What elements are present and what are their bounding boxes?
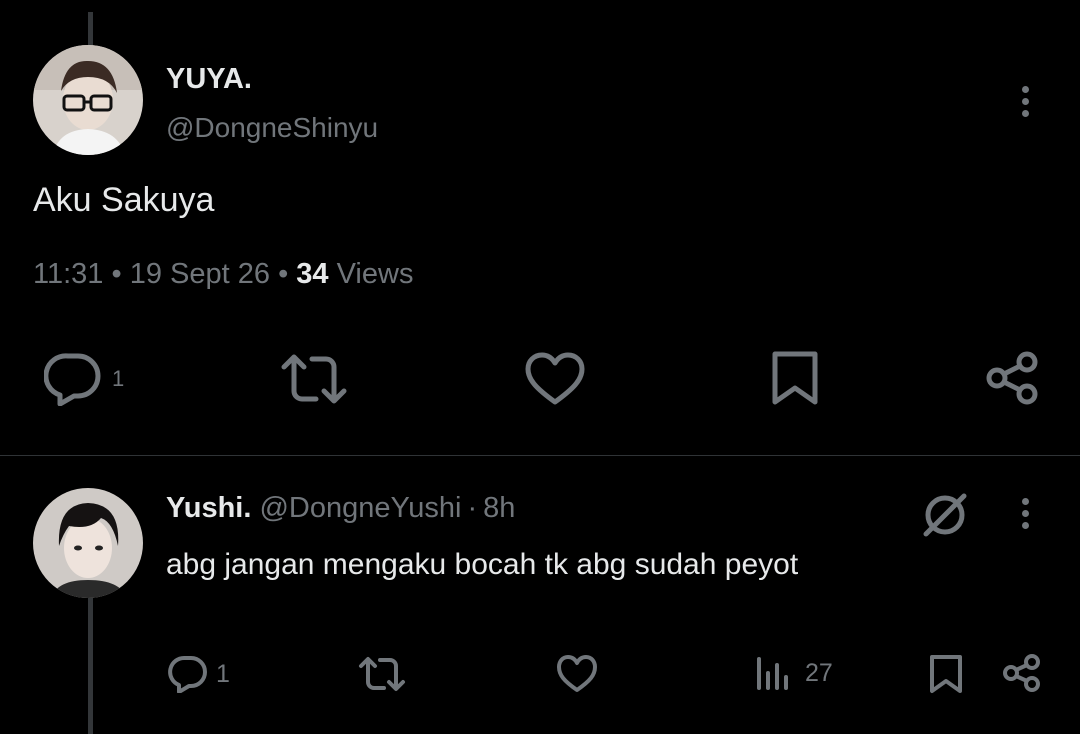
- tweet-meta: 11:31 • 19 Sept 26 • 34 Views: [33, 258, 413, 291]
- reply-text: abg jangan mengaku bocah tk abg sudah pe…: [166, 548, 799, 581]
- avatar-yushi[interactable]: [33, 488, 143, 598]
- tweet-date[interactable]: 19 Sept 26: [130, 258, 270, 290]
- grok-icon: [923, 493, 967, 537]
- meta-dot: •: [278, 258, 289, 290]
- views-label: Views: [336, 258, 414, 290]
- reply-header: Yushi. @DongneYushi · 8h: [166, 492, 515, 525]
- divider: [0, 455, 1080, 456]
- reply-dot: ·: [467, 492, 478, 524]
- reply-views-button[interactable]: 27: [755, 655, 833, 691]
- like-icon: [557, 655, 597, 692]
- grok-button[interactable]: [918, 490, 972, 538]
- meta-dot: •: [111, 258, 122, 290]
- reply-time[interactable]: 8h: [483, 492, 515, 524]
- tweet-text: Aku Sakuya: [33, 181, 215, 219]
- reply-button[interactable]: 1: [44, 352, 124, 406]
- reply-bookmark-button[interactable]: [929, 654, 963, 694]
- author-handle[interactable]: @DongneShinyu: [166, 112, 378, 144]
- avatar-yuya[interactable]: [33, 45, 143, 155]
- share-icon: [1003, 654, 1040, 692]
- reply-views-count: 27: [805, 658, 833, 687]
- reply-author-handle[interactable]: @DongneYushi: [259, 492, 461, 524]
- reply-retweet-button[interactable]: [358, 656, 406, 692]
- reply-icon: [168, 655, 207, 693]
- reply-count: 1: [112, 366, 125, 391]
- like-button[interactable]: [525, 352, 585, 406]
- reply-icon: [44, 353, 101, 406]
- tweet-time: 11:31: [33, 258, 104, 290]
- share-button[interactable]: [985, 350, 1041, 406]
- like-icon: [525, 352, 585, 405]
- reply-reply-button[interactable]: 1: [168, 655, 230, 693]
- views-count: 34: [296, 258, 329, 290]
- reply-more-icon[interactable]: [1015, 498, 1035, 534]
- author-name[interactable]: YUYA.: [166, 63, 252, 96]
- retweet-button[interactable]: [280, 353, 348, 405]
- thread-line-bottom: [88, 598, 93, 734]
- reply-share-button[interactable]: [1002, 653, 1042, 693]
- reply-like-button[interactable]: [556, 655, 598, 693]
- share-icon: [986, 351, 1038, 405]
- retweet-icon: [359, 657, 405, 691]
- reply-author-name[interactable]: Yushi.: [166, 492, 251, 524]
- thread-line-top: [88, 12, 93, 46]
- bookmark-icon: [930, 655, 962, 693]
- more-icon[interactable]: [1015, 86, 1035, 122]
- views-icon: [757, 657, 788, 690]
- retweet-icon: [281, 354, 347, 404]
- bookmark-button[interactable]: [771, 350, 819, 406]
- reply-reply-count: 1: [216, 659, 230, 688]
- bookmark-icon: [772, 351, 818, 405]
